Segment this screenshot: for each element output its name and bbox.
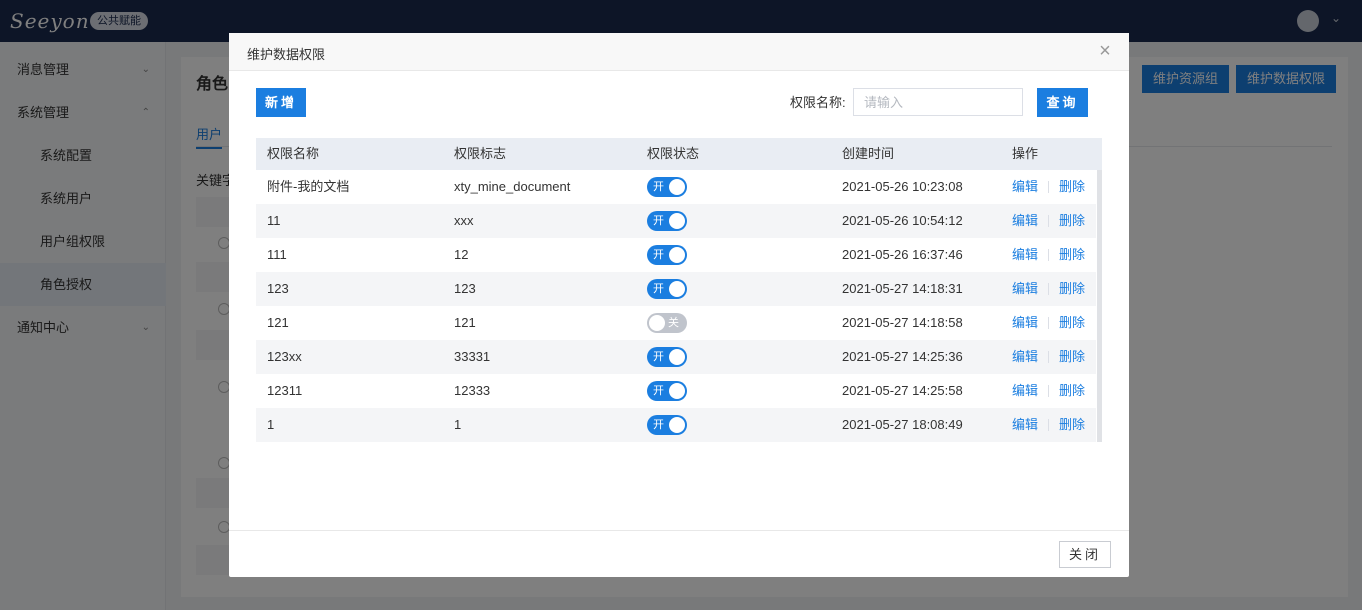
action-divider — [1048, 317, 1049, 329]
status-toggle[interactable]: 关 — [647, 313, 687, 333]
delete-link[interactable]: 删除 — [1059, 170, 1085, 204]
toggle-knob — [669, 349, 685, 365]
modal-footer: 关闭 — [229, 530, 1129, 577]
delete-link[interactable]: 删除 — [1059, 204, 1085, 238]
cell-permission-flag: 12 — [454, 247, 469, 262]
close-icon[interactable]: × — [1095, 39, 1115, 63]
delete-link[interactable]: 删除 — [1059, 408, 1085, 442]
edit-link[interactable]: 编辑 — [1012, 340, 1038, 374]
column-header-status: 权限状态 — [647, 146, 700, 161]
column-header-created: 创建时间 — [842, 146, 895, 161]
cell-permission-name: 12311 — [267, 383, 303, 398]
column-header-actions: 操作 — [1012, 146, 1039, 161]
table-row: 123 123 2021-05-27 14:18:31 开 编辑 删除 — [256, 272, 1096, 306]
toggle-knob — [669, 383, 685, 399]
edit-link[interactable]: 编辑 — [1012, 238, 1038, 272]
status-toggle[interactable]: 开 — [647, 347, 687, 367]
cell-created-time: 2021-05-27 14:18:58 — [842, 315, 963, 330]
status-toggle[interactable]: 开 — [647, 381, 687, 401]
close-button[interactable]: 关闭 — [1059, 541, 1111, 568]
toggle-label: 开 — [653, 215, 664, 227]
cell-permission-flag: 33331 — [454, 349, 491, 364]
cell-permission-name: 121 — [267, 315, 289, 330]
action-divider — [1048, 419, 1049, 431]
cell-created-time: 2021-05-27 14:25:36 — [842, 349, 963, 364]
toggle-label: 开 — [653, 283, 664, 295]
cell-permission-name: 1 — [267, 417, 275, 432]
status-toggle[interactable]: 开 — [647, 279, 687, 299]
cell-permission-name: 123 — [267, 281, 289, 296]
cell-permission-name: 附件-我的文档 — [267, 179, 350, 194]
action-divider — [1048, 181, 1049, 193]
cell-permission-name: 11 — [267, 213, 281, 228]
table-row: 111 12 2021-05-26 16:37:46 开 编辑 删除 — [256, 238, 1096, 272]
cell-permission-flag: xxx — [454, 213, 474, 228]
action-divider — [1048, 385, 1049, 397]
search-label: 权限名称: — [790, 95, 846, 110]
table-header: 权限名称 权限标志 权限状态 创建时间 操作 — [256, 138, 1102, 170]
table-row: 1 1 2021-05-27 18:08:49 开 编辑 删除 — [256, 408, 1096, 442]
column-header-name: 权限名称 — [267, 146, 320, 161]
cell-permission-flag: 121 — [454, 315, 476, 330]
edit-link[interactable]: 编辑 — [1012, 170, 1038, 204]
toggle-knob — [669, 213, 685, 229]
cell-created-time: 2021-05-27 18:08:49 — [842, 417, 963, 432]
edit-link[interactable]: 编辑 — [1012, 272, 1038, 306]
table-row: 123xx 33331 2021-05-27 14:25:36 开 编辑 删除 — [256, 340, 1096, 374]
delete-link[interactable]: 删除 — [1059, 340, 1085, 374]
action-divider — [1048, 351, 1049, 363]
status-toggle[interactable]: 开 — [647, 177, 687, 197]
cell-permission-name: 123xx — [267, 349, 302, 364]
toggle-label: 开 — [653, 249, 664, 261]
toggle-label: 开 — [653, 351, 664, 363]
action-divider — [1048, 215, 1049, 227]
data-permission-modal: 维护数据权限 × 新增 权限名称: 查询 权限名称 权限标志 权限状态 创建时间… — [229, 33, 1129, 577]
status-toggle[interactable]: 开 — [647, 211, 687, 231]
table-row: 12311 12333 2021-05-27 14:25:58 开 编辑 删除 — [256, 374, 1096, 408]
query-button[interactable]: 查询 — [1037, 88, 1088, 117]
cell-permission-flag: xty_mine_document — [454, 179, 571, 194]
toggle-knob — [669, 281, 685, 297]
action-divider — [1048, 283, 1049, 295]
search-input[interactable] — [853, 88, 1023, 116]
cell-permission-flag: 1 — [454, 417, 462, 432]
table-row: 121 121 2021-05-27 14:18:58 关 编辑 删除 — [256, 306, 1096, 340]
toggle-label: 关 — [668, 317, 679, 329]
table-row: 附件-我的文档 xty_mine_document 2021-05-26 10:23… — [256, 170, 1096, 204]
modal-title: 维护数据权限 — [247, 47, 326, 62]
delete-link[interactable]: 删除 — [1059, 306, 1085, 340]
cell-permission-flag: 123 — [454, 281, 476, 296]
status-toggle[interactable]: 开 — [647, 415, 687, 435]
cell-created-time: 2021-05-26 16:37:46 — [842, 247, 963, 262]
edit-link[interactable]: 编辑 — [1012, 306, 1038, 340]
toggle-knob — [669, 417, 685, 433]
cell-created-time: 2021-05-26 10:23:08 — [842, 179, 963, 194]
edit-link[interactable]: 编辑 — [1012, 374, 1038, 408]
delete-link[interactable]: 删除 — [1059, 238, 1085, 272]
edit-link[interactable]: 编辑 — [1012, 204, 1038, 238]
action-divider — [1048, 249, 1049, 261]
status-toggle[interactable]: 开 — [647, 245, 687, 265]
cell-created-time: 2021-05-27 14:25:58 — [842, 383, 963, 398]
modal-header: 维护数据权限 × — [229, 33, 1129, 71]
add-button[interactable]: 新增 — [256, 88, 306, 117]
toggle-knob — [669, 179, 685, 195]
cell-created-time: 2021-05-26 10:54:12 — [842, 213, 963, 228]
delete-link[interactable]: 删除 — [1059, 272, 1085, 306]
edit-link[interactable]: 编辑 — [1012, 408, 1038, 442]
cell-created-time: 2021-05-27 14:18:31 — [842, 281, 963, 296]
table-row: 11 xxx 2021-05-26 10:54:12 开 编辑 删除 — [256, 204, 1096, 238]
toggle-label: 开 — [653, 385, 664, 397]
cell-permission-flag: 12333 — [454, 383, 491, 398]
toggle-label: 开 — [653, 181, 664, 193]
toggle-knob — [649, 315, 665, 331]
toggle-label: 开 — [653, 419, 664, 431]
toggle-knob — [669, 247, 685, 263]
delete-link[interactable]: 删除 — [1059, 374, 1085, 408]
table-scrollbar[interactable] — [1097, 170, 1102, 442]
column-header-flag: 权限标志 — [454, 146, 507, 161]
cell-permission-name: 111 — [267, 247, 287, 262]
